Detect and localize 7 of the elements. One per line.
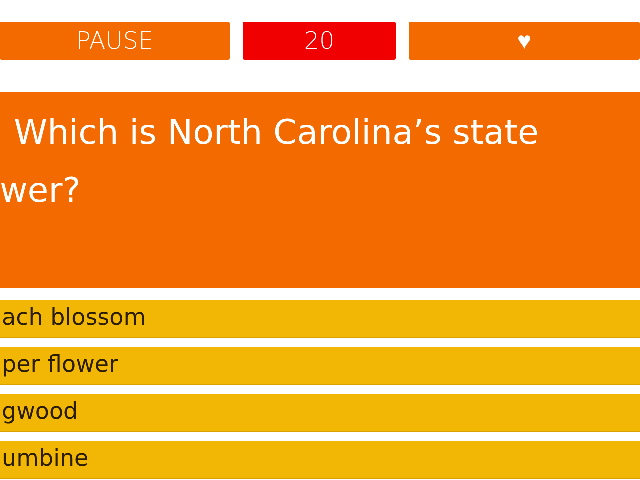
answer-button[interactable]: ach blossom bbox=[0, 300, 640, 338]
question-text: wer? bbox=[0, 170, 82, 213]
timer: 20 bbox=[243, 22, 396, 60]
answer-button[interactable]: umbine bbox=[0, 441, 640, 479]
answer-button[interactable]: gwood bbox=[0, 394, 640, 432]
question-text: Which is North Carolina’s state bbox=[14, 112, 540, 155]
answer-button[interactable]: per flower bbox=[0, 347, 640, 385]
